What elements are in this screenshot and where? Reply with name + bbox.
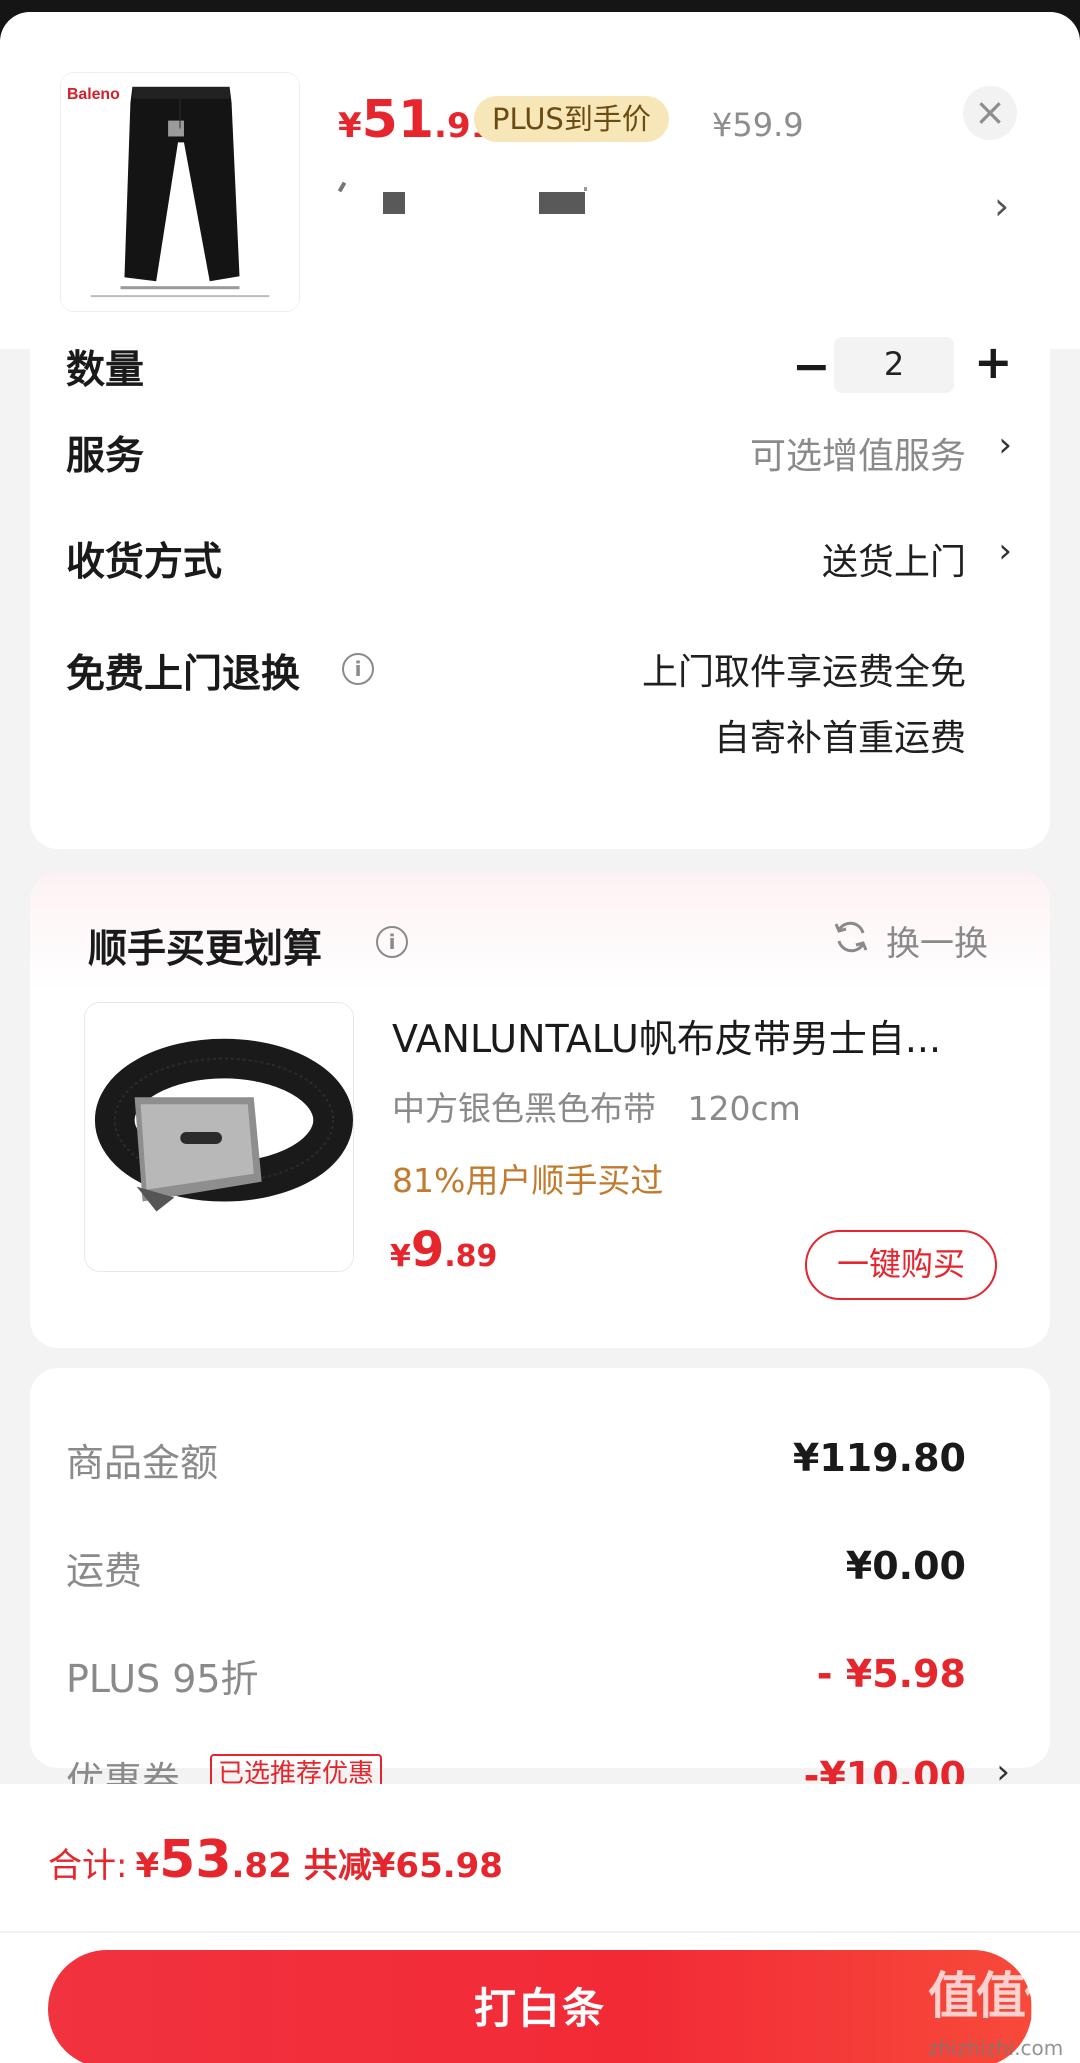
checkout-bar: 合计: ¥53.82 共减¥65.98 打白条 值值值 zhizhizhi.com xyxy=(0,1784,1080,2063)
brand-logo: Baleno xyxy=(67,86,120,103)
total-currency: ¥ xyxy=(135,1846,160,1886)
total-savings: 共减¥65.98 xyxy=(303,1846,503,1886)
swap-button[interactable]: 换一换 xyxy=(886,916,988,965)
pay-baitiao-button[interactable]: 打白条 xyxy=(48,1950,1032,2063)
addon-item-spec: 中方银色黑色布带 120cm xyxy=(392,1089,801,1128)
divider xyxy=(0,1931,1080,1933)
summary-value-subtotal: ¥119.80 xyxy=(792,1436,966,1480)
return-desc-line2: 自寄补首重运费 xyxy=(713,718,966,759)
summary-label-subtotal: 商品金额 xyxy=(66,1441,219,1485)
delivery-label: 收货方式 xyxy=(66,540,223,585)
price-integer: 9 xyxy=(410,1222,445,1278)
watermark-logo: 值值值 xyxy=(928,1967,1074,2025)
price-summary-card: 商品金额 ¥119.80 运费 ¥0.00 PLUS 95折 - ¥5.98 优… xyxy=(30,1368,1050,1803)
free-return-label: 免费上门退换 xyxy=(66,652,301,697)
price-integer: 51 xyxy=(361,90,435,150)
info-icon[interactable]: i xyxy=(342,653,374,685)
order-options-card: 数量 − 2 + 服务 可选增值服务 › 收货方式 送货上门 › 免费上门退换 … xyxy=(30,335,1050,849)
total-summary: 合计: ¥53.82 共减¥65.98 xyxy=(48,1830,503,1890)
addon-title: 顺手买更划算 xyxy=(88,927,323,972)
one-click-buy-button[interactable]: 一键购买 xyxy=(805,1230,997,1300)
refresh-icon[interactable] xyxy=(832,918,870,956)
quantity-increment-button[interactable]: + xyxy=(974,335,1013,389)
total-decimal: .82 xyxy=(231,1846,292,1886)
chevron-right-icon[interactable]: › xyxy=(998,531,1012,571)
price-decimal: .89 xyxy=(444,1239,498,1274)
quantity-input[interactable]: 2 xyxy=(834,337,954,393)
current-price: ¥51.91 xyxy=(338,90,494,150)
plus-price-badge: PLUS到手价 xyxy=(474,96,669,142)
chevron-right-icon[interactable]: › xyxy=(998,425,1012,465)
spec-redacted-block xyxy=(539,192,585,214)
return-desc-line1: 上门取件享运费全免 xyxy=(641,652,966,693)
total-integer: 53 xyxy=(159,1830,232,1890)
summary-value-shipping: ¥0.00 xyxy=(845,1544,966,1588)
delivery-value[interactable]: 送货上门 xyxy=(822,533,966,585)
order-sheet: Baleno ¥51.91 PLUS到手价 ¥59.9 × › 数量 − 2 +… xyxy=(0,12,1080,2063)
addon-price: ¥9.89 xyxy=(390,1222,497,1278)
close-button[interactable]: × xyxy=(963,86,1017,140)
summary-value-plus-discount: - ¥5.98 xyxy=(816,1652,966,1696)
total-label: 合计: xyxy=(48,1846,128,1886)
quantity-label: 数量 xyxy=(66,348,145,393)
spec-chevron-icon[interactable]: › xyxy=(994,187,1009,225)
original-price: ¥59.9 xyxy=(712,106,804,144)
close-icon: × xyxy=(974,90,1006,134)
product-header: Baleno ¥51.91 PLUS到手价 ¥59.9 × › xyxy=(0,12,1080,349)
watermark-site: zhizhizhi.com xyxy=(928,2036,1064,2060)
price-currency: ¥ xyxy=(390,1239,411,1274)
belt-image xyxy=(85,1003,353,1271)
summary-label-shipping: 运费 xyxy=(66,1549,143,1593)
price-currency: ¥ xyxy=(338,106,362,146)
spec-redacted-mark xyxy=(337,181,347,193)
spec-redacted-block xyxy=(383,192,405,214)
addon-buyers-stat: 81%用户顺手买过 xyxy=(392,1161,664,1200)
addon-thumbnail[interactable] xyxy=(84,1002,354,1272)
summary-label-plus-discount: PLUS 95折 xyxy=(66,1657,259,1701)
quantity-decrement-button[interactable]: − xyxy=(792,339,831,393)
service-value[interactable]: 可选增值服务 xyxy=(750,427,966,479)
addon-item-title[interactable]: VANLUNTALU帆布皮带男士自... xyxy=(392,1008,941,1063)
spec-redacted-mark xyxy=(584,187,587,191)
product-thumbnail[interactable]: Baleno xyxy=(60,72,300,312)
info-icon[interactable]: i xyxy=(376,926,408,958)
pants-image: Baleno xyxy=(61,73,299,311)
service-label: 服务 xyxy=(66,434,145,479)
addon-card: 顺手买更划算 i 换一换 VANLUNTALU帆布皮带男士自... 中方银色黑色… xyxy=(30,872,1050,1348)
